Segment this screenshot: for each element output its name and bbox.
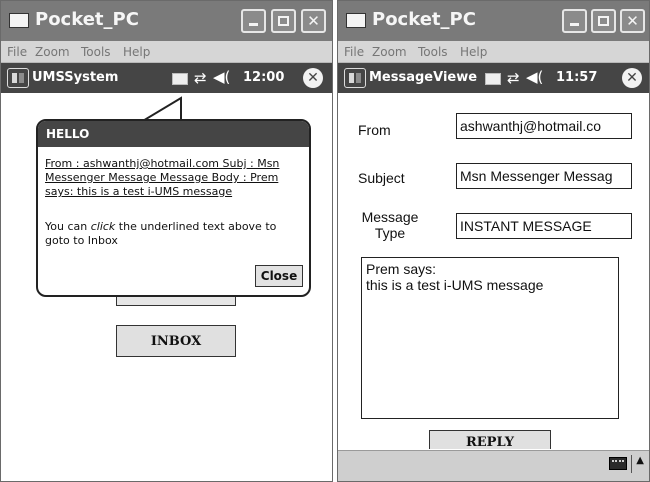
windows-start-icon[interactable]: [344, 68, 366, 88]
window-title: Pocket_PC: [372, 9, 476, 30]
taskbar-clock[interactable]: 11:57: [556, 70, 597, 85]
menu-bar: File Zoom Tools Help: [338, 41, 649, 63]
menu-help[interactable]: Help: [123, 45, 150, 59]
close-icon: ✕: [307, 12, 320, 30]
menu-file[interactable]: File: [7, 45, 27, 59]
balloon-close-button[interactable]: Close: [255, 265, 303, 287]
sip-menu-arrow-icon[interactable]: ▲: [636, 455, 644, 466]
subject-label: Subject: [358, 170, 405, 186]
close-button[interactable]: ✕: [301, 9, 326, 33]
window-titlebar[interactable]: Pocket_PC ✕: [338, 1, 649, 41]
maximize-button[interactable]: [591, 9, 616, 33]
menu-file[interactable]: File: [344, 45, 364, 59]
notification-balloon: HELLO From : ashwanthj@hotmail.com Subj …: [36, 119, 311, 297]
message-summary-link[interactable]: From : ashwanthj@hotmail.com Subj : Msn …: [45, 157, 303, 199]
menu-help[interactable]: Help: [460, 45, 487, 59]
balloon-instructions: You can click the underlined text above …: [45, 220, 303, 248]
windows-start-icon[interactable]: [7, 68, 29, 88]
balloon-heading: HELLO: [38, 121, 309, 147]
pocket-pc-window-left: Pocket_PC ✕ File Zoom Tools Help UMSSyst…: [0, 0, 333, 482]
taskbar-clock[interactable]: 12:00: [243, 70, 284, 85]
bottom-command-bar: ▲: [338, 450, 649, 481]
volume-icon[interactable]: ◀(: [213, 68, 230, 86]
device-taskbar: MessageViewe ⇄ ◀( 11:57 ✕: [338, 63, 649, 93]
note-prefix: You can: [45, 220, 91, 233]
sip-divider: [631, 455, 632, 473]
volume-icon[interactable]: ◀(: [526, 68, 543, 86]
connectivity-icon[interactable]: ⇄: [507, 69, 520, 87]
app-close-icon[interactable]: ✕: [303, 68, 323, 88]
note-emphasis: click: [90, 220, 116, 233]
minimize-button[interactable]: [562, 9, 587, 33]
minimize-button[interactable]: [241, 9, 266, 33]
message-type-label: Message Type: [358, 209, 422, 241]
subject-field[interactable]: Msn Messenger Messag: [456, 163, 632, 189]
menu-tools[interactable]: Tools: [418, 45, 448, 59]
taskbar-app-title: UMSSystem: [32, 70, 119, 85]
window-app-icon: [346, 13, 366, 28]
menu-tools[interactable]: Tools: [81, 45, 111, 59]
menu-zoom[interactable]: Zoom: [35, 45, 70, 59]
inbox-button[interactable]: INBOX: [116, 325, 236, 357]
input-panel-icon[interactable]: [609, 457, 627, 470]
window-title: Pocket_PC: [35, 9, 139, 30]
window-app-icon: [9, 13, 29, 28]
maximize-button[interactable]: [271, 9, 296, 33]
app-close-icon[interactable]: ✕: [622, 68, 642, 88]
window-titlebar[interactable]: Pocket_PC ✕: [1, 1, 332, 41]
keyboard-icon[interactable]: [172, 73, 188, 85]
pocket-pc-window-right: Pocket_PC ✕ File Zoom Tools Help Message…: [337, 0, 650, 482]
message-type-label-line2: Type: [374, 225, 406, 241]
connectivity-icon[interactable]: ⇄: [194, 69, 207, 87]
device-taskbar: UMSSystem ⇄ ◀( 12:00 ✕: [1, 63, 332, 93]
menu-zoom[interactable]: Zoom: [372, 45, 407, 59]
message-type-label-line1: Message: [361, 209, 419, 225]
maximize-icon: [598, 16, 609, 26]
maximize-icon: [278, 16, 289, 26]
taskbar-app-title: MessageViewe: [369, 70, 478, 85]
keyboard-icon[interactable]: [485, 73, 501, 85]
minimize-icon: [249, 23, 258, 26]
from-label: From: [358, 122, 391, 138]
close-button[interactable]: ✕: [620, 9, 645, 33]
minimize-icon: [570, 23, 579, 26]
reply-button[interactable]: REPLY: [429, 430, 551, 449]
from-field[interactable]: ashwanthj@hotmail.co: [456, 113, 632, 139]
menu-bar: File Zoom Tools Help: [1, 41, 332, 63]
message-body-textarea[interactable]: Prem says: this is a test i-UMS message: [361, 257, 619, 419]
close-icon: ✕: [626, 12, 639, 30]
message-type-field[interactable]: INSTANT MESSAGE: [456, 213, 632, 239]
